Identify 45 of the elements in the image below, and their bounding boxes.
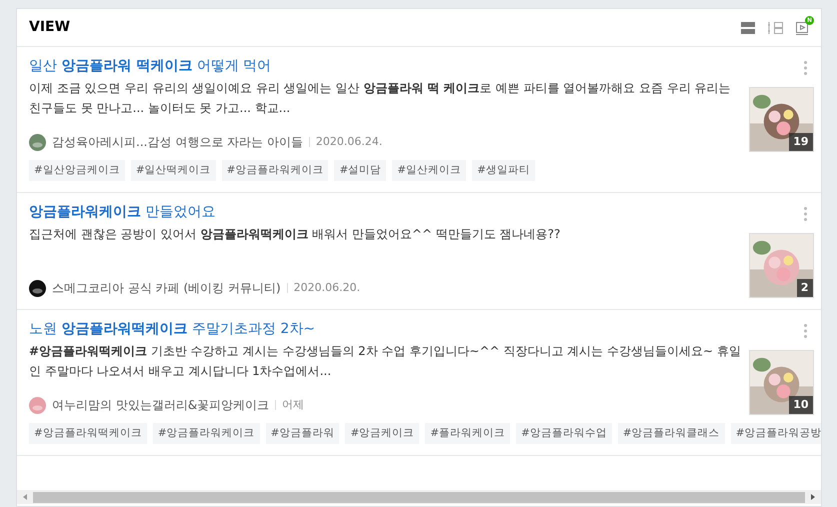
post-title[interactable]: 노원 앙금플라워떡케이크 주말기초과정 2차~ [29,318,741,340]
post-date: 어제 [282,396,304,413]
hashtag[interactable]: #앙금플라워떡케이크 [29,423,147,444]
post-summary: 이제 조금 있으면 우리 유리의 생일이예요 유리 생일에는 일산 앙금플라워 떡 케이크로 예쁜 파티를 열어볼까해요 요즘 우리 유리는 친구들도 못 만나고... 놀이터도 못 가고... 학교... [29,80,732,117]
hashtag[interactable]: #앙금플라워클래스 [618,423,725,444]
hashtag[interactable]: #앙금플라워케이크 [222,160,328,181]
thumbnail[interactable]: 2 [748,233,814,298]
post-date: 2020.06.20. [294,280,360,296]
more-options-icon[interactable] [804,207,807,221]
hashtag[interactable]: #앙금케이크 [345,423,420,444]
hashtag[interactable]: #앙금플라워 [266,423,340,444]
post-summary: #앙금플라워떡케이크 기초반 수강하고 계시는 수강생님들의 2차 수업 후기입니다~^^ 직장다니고 계시는 수강생님들이세요~ 휴일인 주말마다 나오셔서 배우고 계시답니다 1차수업에서... [29,343,741,380]
author-avatar [29,280,46,296]
hashtag[interactable]: #플라워케이크 [425,423,510,444]
more-options-icon[interactable] [804,324,807,338]
hashtag[interactable]: #앙금플라워공방 [730,423,821,444]
hashtag[interactable]: #앙금플라워케이크 [152,423,260,444]
hashtag[interactable]: #일산케이크 [392,160,466,181]
list-view-icon[interactable] [741,20,755,34]
hashtag[interactable]: #생일파티 [472,160,535,181]
scroll-left-icon[interactable] [21,493,29,501]
post-title[interactable]: 일산 앙금플라워 떡케이크 어떻게 먹어 [29,55,741,77]
author-name[interactable]: 감성육아레시피...감성 여행으로 자라는 아이들 [52,133,303,151]
post-date: 2020.06.24. [316,134,382,150]
video-icon[interactable] [795,20,809,34]
photo-count: 19 [789,133,812,151]
photo-count: 10 [789,396,812,414]
thumbnail[interactable]: 10 [748,350,814,415]
horizontal-scrollbar[interactable] [17,490,821,504]
hashtag[interactable]: #설미담 [334,160,386,181]
post-summary: 집근처에 괜찮은 공방이 있어서 앙금플라워떡케이크 배워서 만들었어요^^ 떡만들기도 잼나네용?? [29,226,562,243]
author-avatar [29,396,46,414]
scroll-right-icon[interactable] [809,493,817,501]
author-name[interactable]: 스메그코리아 공식 카페 (베이킹 커뮤니티) [52,279,281,297]
thumbnail[interactable]: 19 [748,87,814,152]
photo-count: 2 [796,279,812,297]
compact-list-icon[interactable] [767,20,783,34]
author-avatar [29,134,46,150]
hashtag[interactable]: #일산앙금케이크 [29,160,125,181]
post-title[interactable]: 앙금플라워케이크 만들었어요 [29,201,741,223]
hashtag[interactable]: #앙금플라워수업 [516,423,612,444]
more-options-icon[interactable] [804,61,807,75]
author-name[interactable]: 여누리맘의 맛있는갤러리&꽃피앙케이크 [52,396,270,414]
section-title: VIEW [29,18,70,37]
hashtag[interactable]: #일산떡케이크 [130,160,216,181]
